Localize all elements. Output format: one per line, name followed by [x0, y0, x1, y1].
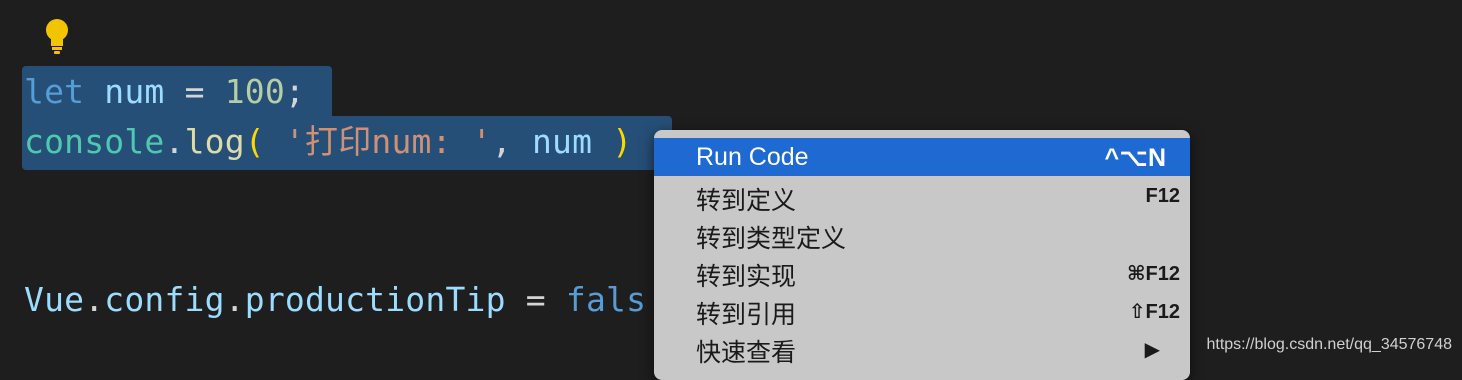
- code-line-1[interactable]: let num = 100;: [24, 72, 305, 112]
- number-literal: 100: [224, 72, 285, 111]
- dot: .: [164, 122, 185, 161]
- menu-item-go-to-implementation[interactable]: 转到实现 ⌘F12: [654, 252, 1190, 291]
- variable-num: num: [104, 72, 165, 111]
- menu-item-label: 转到实现: [696, 263, 797, 291]
- dot: .: [84, 280, 105, 319]
- boolean-literal: fals: [565, 280, 647, 319]
- code-line-3[interactable]: Vue.config.productionTip = fals: [24, 280, 646, 320]
- menu-item-label: Run Code: [696, 143, 809, 171]
- dot: .: [224, 280, 245, 319]
- menu-item-shortcut: ^⌥N: [1104, 144, 1166, 172]
- menu-item-label: 转到定义: [696, 187, 797, 215]
- right-paren: ): [612, 122, 633, 161]
- menu-item-label: 转到类型定义: [696, 225, 847, 253]
- keyword-let: let: [24, 72, 85, 111]
- console-object: console: [24, 122, 165, 161]
- lightbulb-icon[interactable]: [40, 16, 74, 56]
- menu-item-label: 转到引用: [696, 301, 797, 329]
- menu-item-peek[interactable]: 快速查看 ▶: [654, 328, 1190, 367]
- context-menu: Run Code ^⌥N 转到定义 F12 转到类型定义 转到实现 ⌘F12 转…: [654, 130, 1190, 380]
- comma: ,: [491, 122, 512, 161]
- log-function: log: [184, 122, 245, 161]
- menu-item-go-to-definition[interactable]: 转到定义 F12: [654, 176, 1190, 215]
- submenu-arrow-icon: ▶: [1144, 339, 1160, 361]
- menu-item-go-to-references[interactable]: 转到引用 ⇧F12: [654, 290, 1190, 329]
- semicolon: ;: [284, 72, 305, 111]
- vue-object: Vue: [24, 280, 85, 319]
- watermark: https://blog.csdn.net/qq_34576748: [1206, 336, 1452, 353]
- left-paren: (: [244, 122, 265, 161]
- menu-item-shortcut: ⇧F12: [1128, 301, 1180, 323]
- menu-item-go-to-type-definition[interactable]: 转到类型定义: [654, 214, 1190, 253]
- variable-num-arg: num: [531, 122, 593, 161]
- menu-item-shortcut: ⌘F12: [1126, 263, 1180, 285]
- code-line-2[interactable]: console.log( '打印num: ', num ): [24, 122, 632, 162]
- config-property: config: [104, 280, 225, 319]
- string-literal: '打印num: ': [284, 122, 492, 161]
- operator-assign: =: [525, 280, 546, 319]
- production-tip-property: productionTip: [244, 280, 506, 319]
- menu-item-shortcut: F12: [1145, 185, 1180, 207]
- operator-assign: =: [184, 72, 205, 111]
- menu-item-run-code[interactable]: Run Code ^⌥N: [654, 138, 1190, 176]
